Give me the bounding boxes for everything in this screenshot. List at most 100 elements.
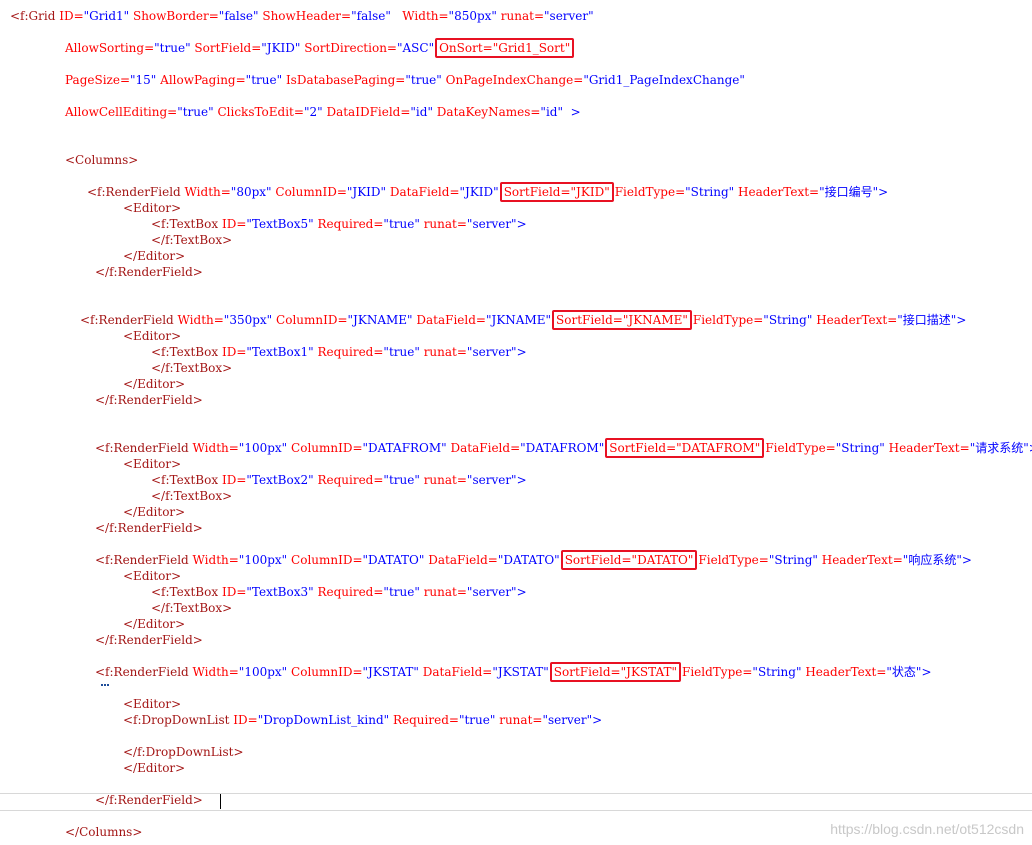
code-token: SortField= [194, 41, 262, 55]
code-token: "TextBox1" [246, 345, 314, 359]
code-line[interactable]: </f:TextBox> [151, 488, 232, 504]
code-token: AllowCellEditing= [65, 105, 178, 119]
code-line[interactable]: <Columns> [65, 152, 138, 168]
code-line[interactable]: </Editor> [123, 504, 185, 520]
code-token: "DATAFROM" [362, 441, 447, 455]
code-line[interactable]: PageSize="15" AllowPaging="true" IsDatab… [65, 72, 745, 88]
code-token: HeaderText= [816, 313, 898, 327]
code-line[interactable]: </Editor> [123, 376, 185, 392]
code-token: runat= [499, 713, 543, 727]
code-token: runat= [423, 473, 467, 487]
code-line[interactable]: </f:TextBox> [151, 232, 232, 248]
code-token: <f:RenderField [87, 185, 181, 199]
code-token: "状态" [886, 665, 922, 679]
code-token: "Grid1" [83, 9, 130, 23]
code-line[interactable]: </f:DropDownList> [123, 744, 244, 760]
code-line[interactable]: </Editor> [123, 760, 185, 776]
code-line[interactable]: <f:RenderField Width="350px" ColumnID="J… [80, 310, 967, 330]
highlighted-attribute: SortField="JKSTAT" [549, 662, 682, 682]
code-token: <Editor> [123, 329, 182, 343]
code-token: runat= [423, 585, 467, 599]
code-token: ColumnID= [291, 441, 363, 455]
code-token: HeaderText= [805, 665, 887, 679]
code-line[interactable]: <f:TextBox ID="TextBox3" Required="true"… [151, 584, 527, 600]
code-token: "Grid1_PageIndexChange" [583, 73, 745, 87]
code-token: > [516, 345, 527, 359]
code-line[interactable]: </f:RenderField> [95, 264, 203, 280]
code-token: </f:RenderField> [95, 265, 203, 279]
code-token: ID= [59, 9, 84, 23]
code-token: <f:TextBox [151, 217, 219, 231]
code-token: "ASC" [396, 41, 435, 55]
code-token: "JKNAME" [485, 313, 552, 327]
code-line[interactable]: <f:Grid ID="Grid1" ShowBorder="false" Sh… [10, 8, 594, 24]
code-line[interactable]: </f:RenderField> [95, 520, 203, 536]
code-token: ClicksToEdit= [217, 105, 304, 119]
code-token: "true" [383, 345, 420, 359]
code-line[interactable]: AllowSorting="true" SortField="JKID" Sor… [65, 38, 575, 58]
code-token: </Columns> [65, 825, 143, 839]
code-token: "String" [685, 185, 735, 199]
code-token: "850px" [448, 9, 497, 23]
code-token: Width= [402, 9, 449, 23]
code-line[interactable]: </f:TextBox> [151, 600, 232, 616]
code-token: </f:TextBox> [151, 489, 233, 503]
code-token: "String" [768, 553, 818, 567]
code-line[interactable]: <f:RenderField Width="100px" ColumnID="D… [95, 550, 972, 570]
code-token: "true" [383, 217, 420, 231]
code-line[interactable]: </f:TextBox> [151, 360, 232, 376]
code-token: > [562, 105, 581, 119]
code-editor[interactable]: <f:Grid ID="Grid1" ShowBorder="false" Sh… [0, 0, 1032, 845]
code-token: Required= [392, 713, 459, 727]
code-token: <f:TextBox [151, 585, 219, 599]
code-line[interactable]: <Editor> [123, 200, 181, 216]
code-token: Width= [192, 553, 239, 567]
code-line[interactable]: <f:RenderField Width="100px" ColumnID="J… [95, 662, 932, 682]
code-token: "server" [466, 217, 517, 231]
code-token: <Editor> [123, 457, 182, 471]
code-token: "true" [383, 473, 420, 487]
code-token: "server" [466, 473, 517, 487]
code-line[interactable]: </Editor> [123, 248, 185, 264]
code-token: "JKNAME" [347, 313, 413, 327]
code-token: "String" [752, 665, 802, 679]
code-token: "100px" [238, 441, 288, 455]
code-line[interactable]: <f:RenderField Width="80px" ColumnID="JK… [87, 182, 888, 202]
code-line[interactable]: </Columns> [65, 824, 142, 840]
code-token: FieldType= [692, 313, 764, 327]
code-token: ID= [221, 217, 247, 231]
code-line[interactable]: </f:RenderField> [95, 792, 203, 808]
code-token: Required= [317, 217, 384, 231]
code-token: "350px" [223, 313, 273, 327]
code-token: runat= [423, 345, 467, 359]
code-token: "15" [130, 73, 157, 87]
code-line[interactable]: <f:TextBox ID="TextBox1" Required="true"… [151, 344, 527, 360]
code-line[interactable]: </f:RenderField> [95, 392, 203, 408]
code-token: <Columns> [65, 153, 139, 167]
code-token: "true" [154, 41, 191, 55]
code-line[interactable]: <Editor> [123, 328, 181, 344]
highlighted-attribute: SortField="JKNAME" [552, 310, 692, 330]
code-line[interactable]: <Editor> [123, 696, 181, 712]
code-token: SortDirection= [304, 41, 397, 55]
code-line[interactable]: <f:RenderField Width="100px" ColumnID="D… [95, 438, 1032, 458]
code-token: Width= [192, 441, 239, 455]
code-line[interactable]: <f:DropDownList ID="DropDownList_kind" R… [123, 712, 602, 728]
code-token: "true" [383, 585, 420, 599]
code-line[interactable]: <Editor> [123, 456, 181, 472]
code-line[interactable]: <f:TextBox ID="TextBox2" Required="true"… [151, 472, 527, 488]
code-token: "String" [763, 313, 813, 327]
code-token: "TextBox2" [246, 473, 314, 487]
code-token: <f:DropDownList [123, 713, 230, 727]
code-line[interactable]: <f:TextBox ID="TextBox5" Required="true"… [151, 216, 527, 232]
code-token: "false" [351, 9, 391, 23]
code-line[interactable]: <Editor> [123, 568, 181, 584]
text-caret [220, 794, 221, 809]
code-token: runat= [423, 217, 467, 231]
code-line[interactable]: </f:RenderField> [95, 632, 203, 648]
code-token: DataIDField= [326, 105, 411, 119]
code-token: > [961, 553, 972, 567]
code-line[interactable]: AllowCellEditing="true" ClicksToEdit="2"… [65, 104, 581, 120]
code-line[interactable]: </Editor> [123, 616, 185, 632]
code-token: > [956, 313, 967, 327]
